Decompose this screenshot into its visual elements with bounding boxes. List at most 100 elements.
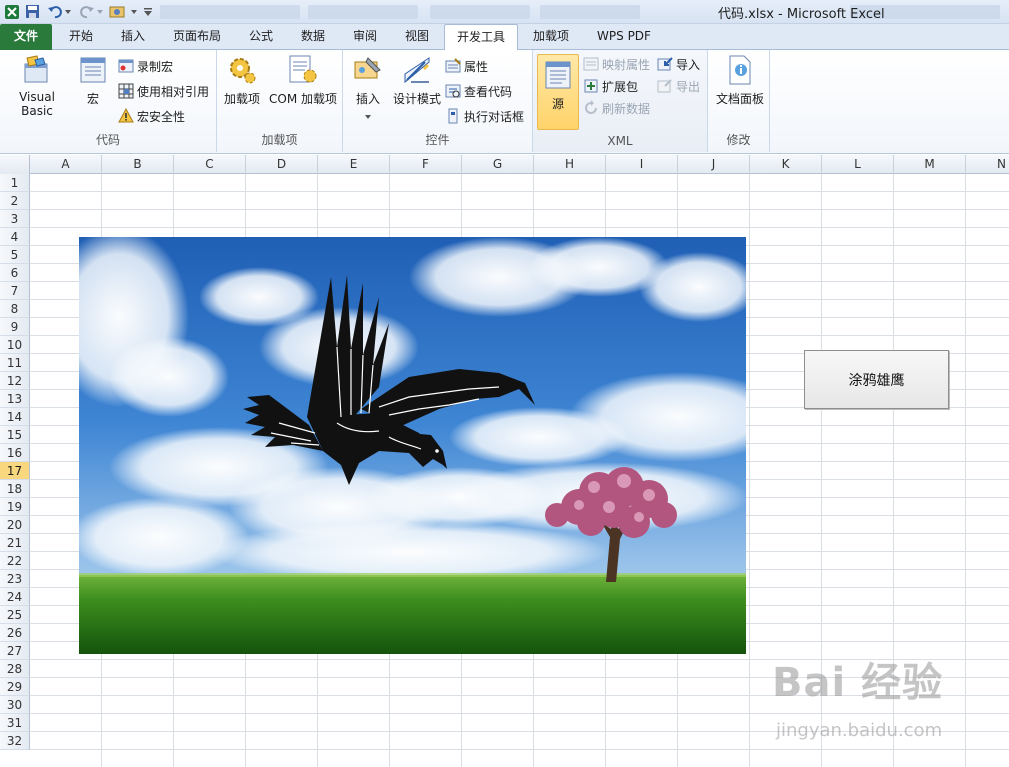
tab-formulas[interactable]: 公式 <box>240 24 282 50</box>
record-macro-button[interactable]: 录制宏 <box>118 56 173 76</box>
tab-insert[interactable]: 插入 <box>112 24 154 50</box>
row-header[interactable]: 30 <box>0 696 30 714</box>
macro-form-button[interactable]: 涂鸦雄鹰 <box>804 350 949 409</box>
insert-control-label: 插入 <box>355 92 380 106</box>
use-relative-references-button[interactable]: 使用相对引用 <box>118 81 209 101</box>
group-xml-label: XML <box>607 134 633 148</box>
row-header[interactable]: 25 <box>0 606 30 624</box>
redo-dropdown-icon[interactable] <box>96 3 104 20</box>
row-header[interactable]: 9 <box>0 318 30 336</box>
row-header[interactable]: 27 <box>0 642 30 660</box>
column-header[interactable]: D <box>246 155 318 174</box>
column-header[interactable]: N <box>966 155 1009 174</box>
row-header[interactable]: 3 <box>0 210 30 228</box>
insert-control-button[interactable]: 插入 <box>347 54 389 124</box>
tab-wps-pdf[interactable]: WPS PDF <box>590 24 658 50</box>
redo-icon[interactable] <box>78 3 96 20</box>
record-macro-icon <box>118 59 134 73</box>
column-header[interactable]: F <box>390 155 462 174</box>
xml-export-button[interactable]: 导出 <box>657 76 700 96</box>
column-header[interactable]: B <box>102 155 174 174</box>
column-header[interactable]: L <box>822 155 894 174</box>
map-properties-button[interactable]: 映射属性 <box>583 54 650 74</box>
tab-home[interactable]: 开始 <box>60 24 102 50</box>
row-header[interactable]: 2 <box>0 192 30 210</box>
macro-security-button[interactable]: 宏安全性 <box>118 106 185 126</box>
tab-data[interactable]: 数据 <box>292 24 334 50</box>
row-header[interactable]: 5 <box>0 246 30 264</box>
tab-developer[interactable]: 开发工具 <box>444 24 518 51</box>
row-header[interactable]: 12 <box>0 372 30 390</box>
undo-dropdown-icon[interactable] <box>64 3 72 20</box>
row-header[interactable]: 32 <box>0 732 30 750</box>
xml-source-button[interactable]: 源 <box>537 54 579 130</box>
undo-icon[interactable] <box>46 3 64 20</box>
column-header[interactable]: J <box>678 155 750 174</box>
expansion-packs-button[interactable]: 扩展包 <box>583 76 638 96</box>
properties-button[interactable]: 属性 <box>445 56 488 76</box>
row-header[interactable]: 16 <box>0 444 30 462</box>
row-header[interactable]: 8 <box>0 300 30 318</box>
column-header[interactable]: C <box>174 155 246 174</box>
row-header[interactable]: 18 <box>0 480 30 498</box>
view-code-button[interactable]: 查看代码 <box>445 81 512 101</box>
customize-toolbar-icon[interactable] <box>143 3 153 20</box>
row-header[interactable]: 23 <box>0 570 30 588</box>
row-header[interactable]: 29 <box>0 678 30 696</box>
row-header[interactable]: 19 <box>0 498 30 516</box>
visual-basic-icon <box>24 55 48 83</box>
column-header[interactable]: H <box>534 155 606 174</box>
tab-review[interactable]: 审阅 <box>344 24 386 50</box>
tab-addins[interactable]: 加载项 <box>526 24 576 50</box>
row-header-selected[interactable]: 17 <box>0 462 30 480</box>
row-header[interactable]: 10 <box>0 336 30 354</box>
row-header[interactable]: 13 <box>0 390 30 408</box>
column-header[interactable]: E <box>318 155 390 174</box>
xml-import-button[interactable]: 导入 <box>657 54 700 74</box>
column-header[interactable]: K <box>750 155 822 174</box>
com-addins-button[interactable]: COM 加载项 <box>265 54 341 124</box>
row-header[interactable]: 21 <box>0 534 30 552</box>
row-header[interactable]: 22 <box>0 552 30 570</box>
document-panel-button[interactable]: 文档面板 <box>712 54 768 124</box>
record-macro-label: 录制宏 <box>137 59 174 74</box>
import-icon <box>657 57 673 71</box>
row-header[interactable]: 31 <box>0 714 30 732</box>
macros-button[interactable]: 宏 <box>76 54 110 124</box>
group-code: Visual Basic 宏 录制宏 使用相对引用 宏安全性 代码 <box>0 50 217 152</box>
row-header[interactable]: 4 <box>0 228 30 246</box>
column-header[interactable]: M <box>894 155 966 174</box>
quick-access-tool-icon[interactable] <box>108 3 130 20</box>
row-header[interactable]: 14 <box>0 408 30 426</box>
tool-dropdown-icon[interactable] <box>130 3 138 20</box>
row-header[interactable]: 7 <box>0 282 30 300</box>
row-header[interactable]: 11 <box>0 354 30 372</box>
select-all-corner[interactable] <box>0 155 30 174</box>
tab-file[interactable]: 文件 <box>0 24 52 50</box>
design-mode-button[interactable]: 设计模式 <box>391 54 443 124</box>
row-header[interactable]: 1 <box>0 174 30 192</box>
row-header[interactable]: 26 <box>0 624 30 642</box>
title-bar: 代码.xlsx - Microsoft Excel <box>0 0 1009 24</box>
column-header[interactable]: G <box>462 155 534 174</box>
embedded-picture-eagle[interactable] <box>79 237 746 654</box>
tab-view[interactable]: 视图 <box>396 24 438 50</box>
row-header[interactable]: 24 <box>0 588 30 606</box>
group-addins-label: 加载项 <box>261 133 298 147</box>
run-dialog-button[interactable]: 执行对话框 <box>445 106 524 126</box>
design-mode-label: 设计模式 <box>392 92 441 106</box>
row-header[interactable]: 15 <box>0 426 30 444</box>
group-addins: 加载项 COM 加载项 加载项 <box>217 50 343 152</box>
row-header[interactable]: 20 <box>0 516 30 534</box>
addins-button[interactable]: 加载项 <box>221 54 263 124</box>
visual-basic-button[interactable]: Visual Basic <box>2 54 72 124</box>
refresh-data-button[interactable]: 刷新数据 <box>583 98 650 118</box>
row-header[interactable]: 28 <box>0 660 30 678</box>
row-header[interactable]: 6 <box>0 264 30 282</box>
column-header[interactable]: A <box>30 155 102 174</box>
window-title: 代码.xlsx - Microsoft Excel <box>718 7 885 22</box>
column-header[interactable]: I <box>606 155 678 174</box>
excel-logo-icon[interactable] <box>4 3 20 20</box>
save-icon[interactable] <box>24 3 40 20</box>
tab-page-layout[interactable]: 页面布局 <box>164 24 230 50</box>
